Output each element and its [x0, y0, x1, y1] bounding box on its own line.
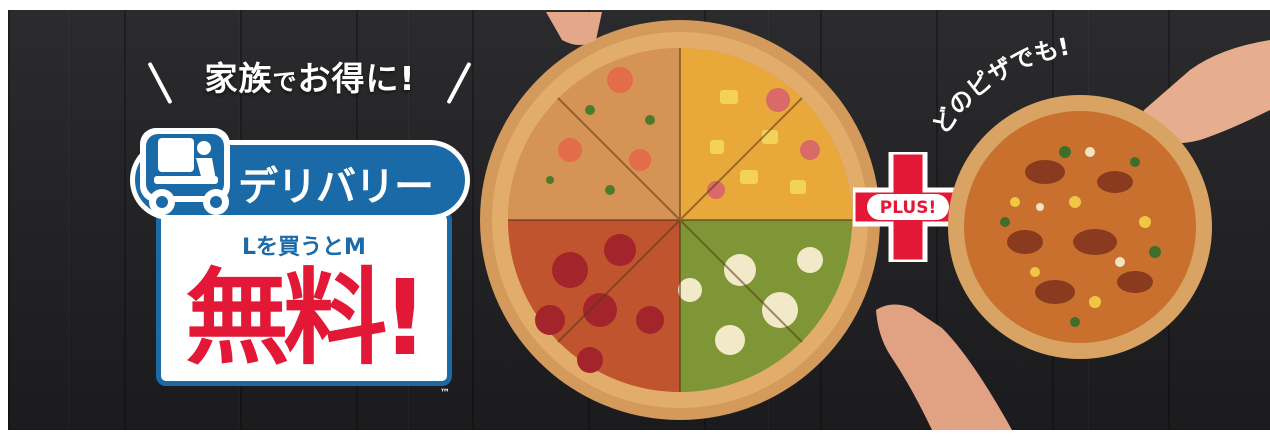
hand-top-image: [546, 12, 602, 45]
any-pizza-label: どのピザでも!: [927, 36, 1072, 139]
delivery-logo: Lを買うとM 無料! デリバリー: [130, 118, 470, 398]
large-pizza-image: [480, 20, 880, 420]
any-pizza-text: どのピザでも!: [927, 36, 1072, 139]
free-text: 無料!: [185, 257, 428, 379]
svg-text:どのピザでも!: どのピザでも!: [927, 36, 1072, 139]
tagline-part-family: 家族: [204, 59, 273, 98]
tagline-part-deal: お得に!: [297, 59, 416, 98]
tagline: 家族でお得に!: [150, 52, 470, 100]
delivery-scooter-icon: [140, 128, 230, 215]
tagline-part-de: で: [272, 68, 298, 96]
trademark-mark: ™: [440, 388, 450, 399]
plus-label: PLUS!: [879, 198, 937, 218]
delivery-label: デリバリー: [238, 164, 434, 210]
logo-offer-panel: Lを買うとM 無料!: [156, 210, 452, 386]
